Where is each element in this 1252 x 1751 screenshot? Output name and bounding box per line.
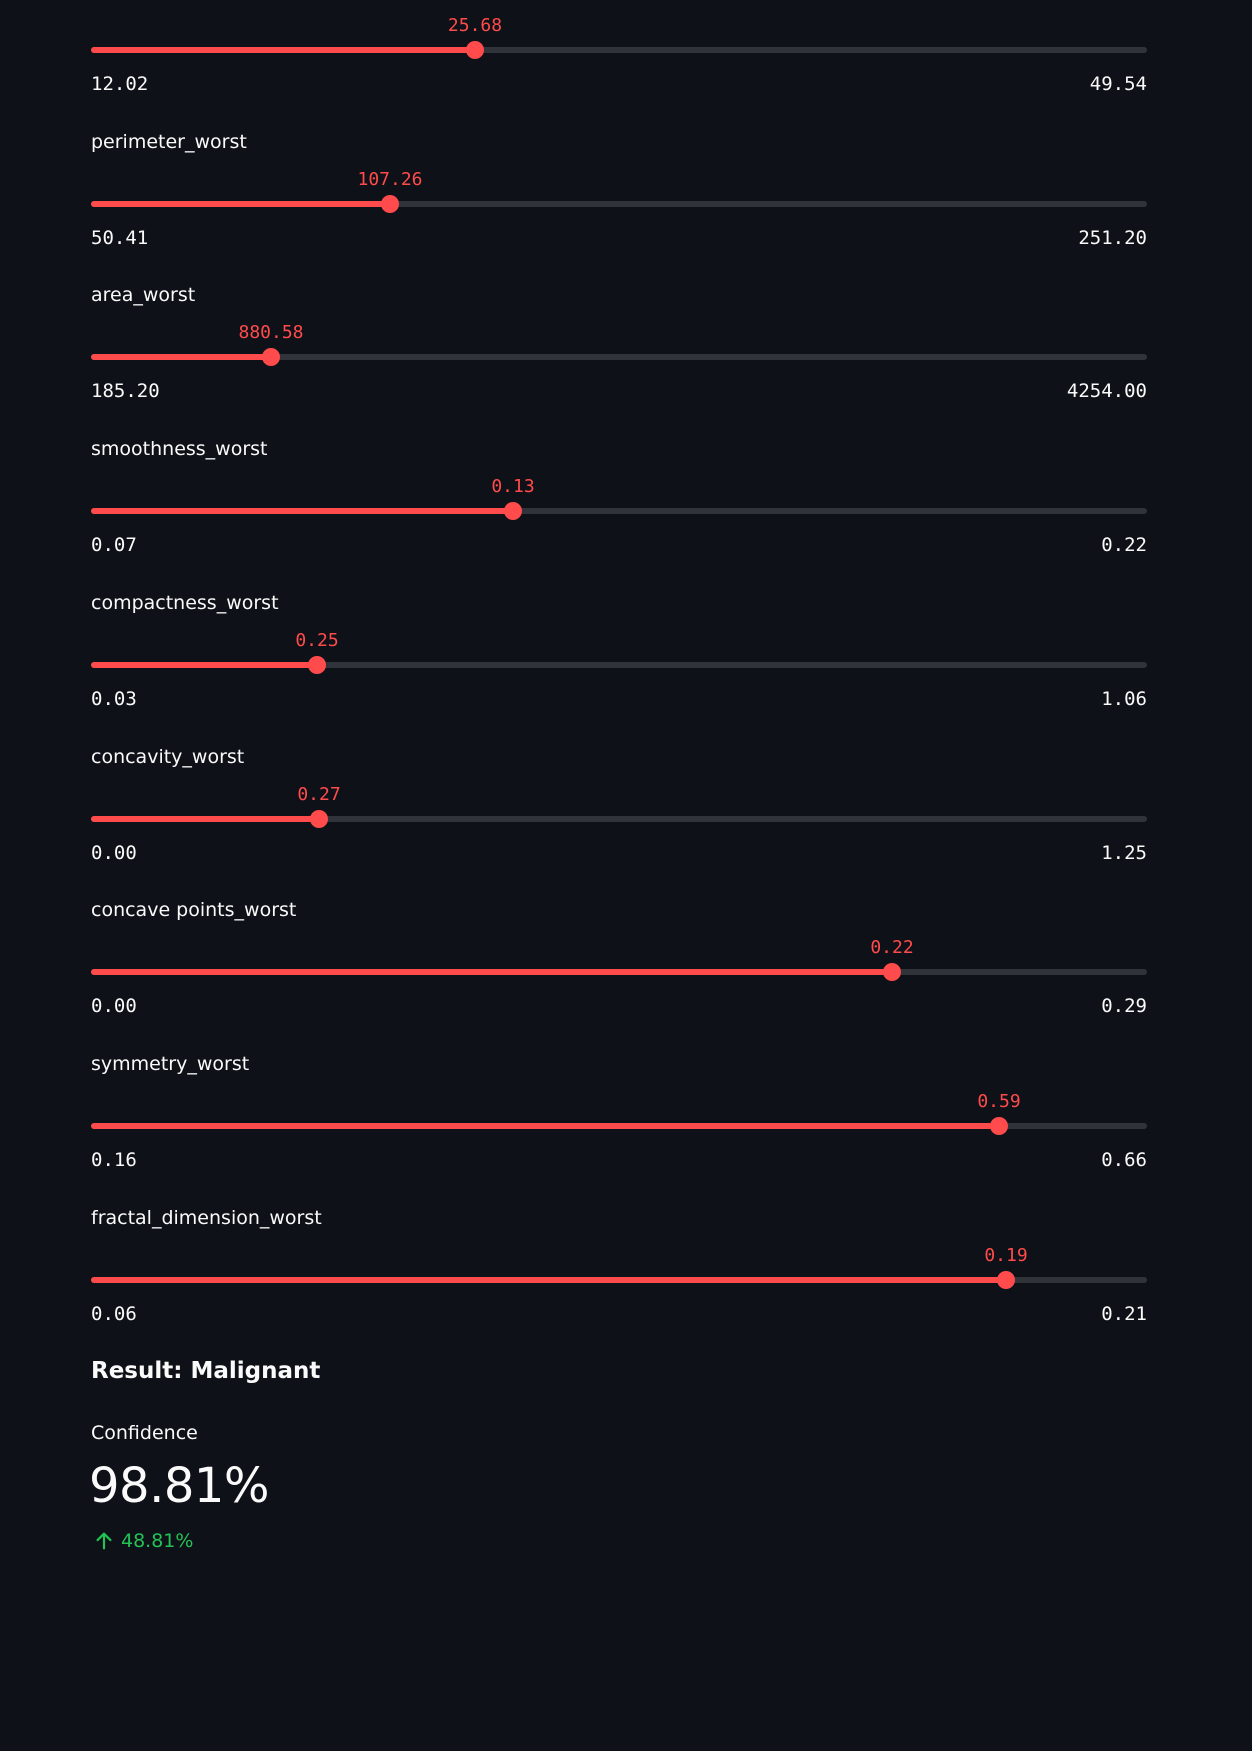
slider-label: area_worst — [91, 284, 196, 307]
slider-track[interactable] — [91, 809, 1147, 828]
slider-thumb-value: 0.25 — [295, 629, 339, 651]
slider-min-value: 0.07 — [91, 534, 137, 557]
slider-max-value: 0.21 — [1101, 1302, 1147, 1325]
slider-thumb[interactable] — [262, 348, 280, 367]
slider-min-value: 50.41 — [91, 226, 149, 249]
slider-thumb-value: 0.13 — [491, 476, 535, 498]
slider-label: fractal_dimension_worst — [91, 1206, 322, 1229]
arrow-up-icon — [96, 1532, 112, 1550]
confidence-metric-label: Confidence — [91, 1422, 198, 1444]
slider-fill — [91, 969, 892, 976]
slider-min-value: 0.16 — [91, 1148, 137, 1171]
slider-min-value: 0.06 — [91, 1302, 137, 1325]
slider-fill — [91, 508, 513, 515]
slider-fill — [91, 47, 475, 53]
slider-min-value: 185.20 — [91, 380, 160, 403]
slider-label: symmetry_worst — [91, 1052, 250, 1075]
slider-thumb[interactable] — [466, 41, 484, 59]
slider-thumb[interactable] — [504, 502, 522, 521]
slider-min-value: 0.03 — [91, 687, 137, 710]
slider-track[interactable] — [91, 348, 1147, 367]
slider-track[interactable] — [91, 1270, 1147, 1289]
slider-thumb[interactable] — [310, 809, 328, 828]
slider-max-value: 251.20 — [1078, 226, 1147, 249]
slider-label: compactness_worst — [91, 591, 279, 614]
slider-fill — [91, 200, 390, 207]
slider-fill — [91, 815, 319, 822]
slider-fill — [91, 661, 317, 668]
slider-thumb-value: 0.19 — [984, 1244, 1028, 1266]
slider-track[interactable] — [91, 1116, 1147, 1135]
slider-max-value: 0.66 — [1101, 1148, 1147, 1171]
slider-label: concave points_worst — [91, 899, 297, 922]
slider-min-value: 0.00 — [91, 995, 137, 1018]
slider-thumb-value: 0.22 — [870, 937, 914, 959]
slider-label: concavity_worst — [91, 745, 245, 768]
slider-min-value: 0.00 — [91, 841, 137, 864]
result-heading: Result: Malignant — [91, 1358, 321, 1384]
slider-label: perimeter_worst — [91, 130, 247, 153]
slider-thumb-value: 0.27 — [297, 783, 341, 805]
slider-max-value: 0.29 — [1101, 995, 1147, 1018]
slider-max-value: 4254.00 — [1066, 380, 1147, 403]
slider-fill — [91, 1122, 999, 1129]
confidence-metric-value: 98.81% — [89, 1458, 270, 1514]
slider-fill — [91, 1276, 1006, 1283]
slider-fill — [91, 354, 271, 361]
slider-thumb[interactable] — [308, 655, 326, 674]
slider-label: smoothness_worst — [91, 438, 268, 461]
confidence-metric-delta: 48.81% — [93, 1530, 193, 1552]
slider-track[interactable] — [91, 655, 1147, 674]
slider-thumb[interactable] — [990, 1116, 1008, 1135]
slider-min-value: 12.02 — [91, 73, 149, 95]
slider-max-value: 49.54 — [1089, 73, 1147, 95]
slider-track[interactable] — [91, 502, 1147, 521]
slider-max-value: 0.22 — [1101, 534, 1147, 557]
slider-thumb-value: 880.58 — [238, 322, 304, 344]
slider-track[interactable] — [91, 963, 1147, 982]
slider-thumb-value: 25.68 — [447, 15, 503, 36]
slider-thumb-value: 0.59 — [977, 1090, 1021, 1112]
slider-track[interactable] — [91, 194, 1147, 213]
slider-thumb[interactable] — [381, 194, 399, 213]
slider-thumb[interactable] — [997, 1270, 1015, 1289]
slider-thumb[interactable] — [883, 963, 901, 982]
confidence-delta-text: 48.81% — [121, 1529, 194, 1552]
slider-max-value: 1.25 — [1101, 841, 1147, 864]
slider-track[interactable] — [91, 41, 1147, 59]
slider-max-value: 1.06 — [1101, 687, 1147, 710]
slider-thumb-value: 107.26 — [357, 168, 423, 190]
